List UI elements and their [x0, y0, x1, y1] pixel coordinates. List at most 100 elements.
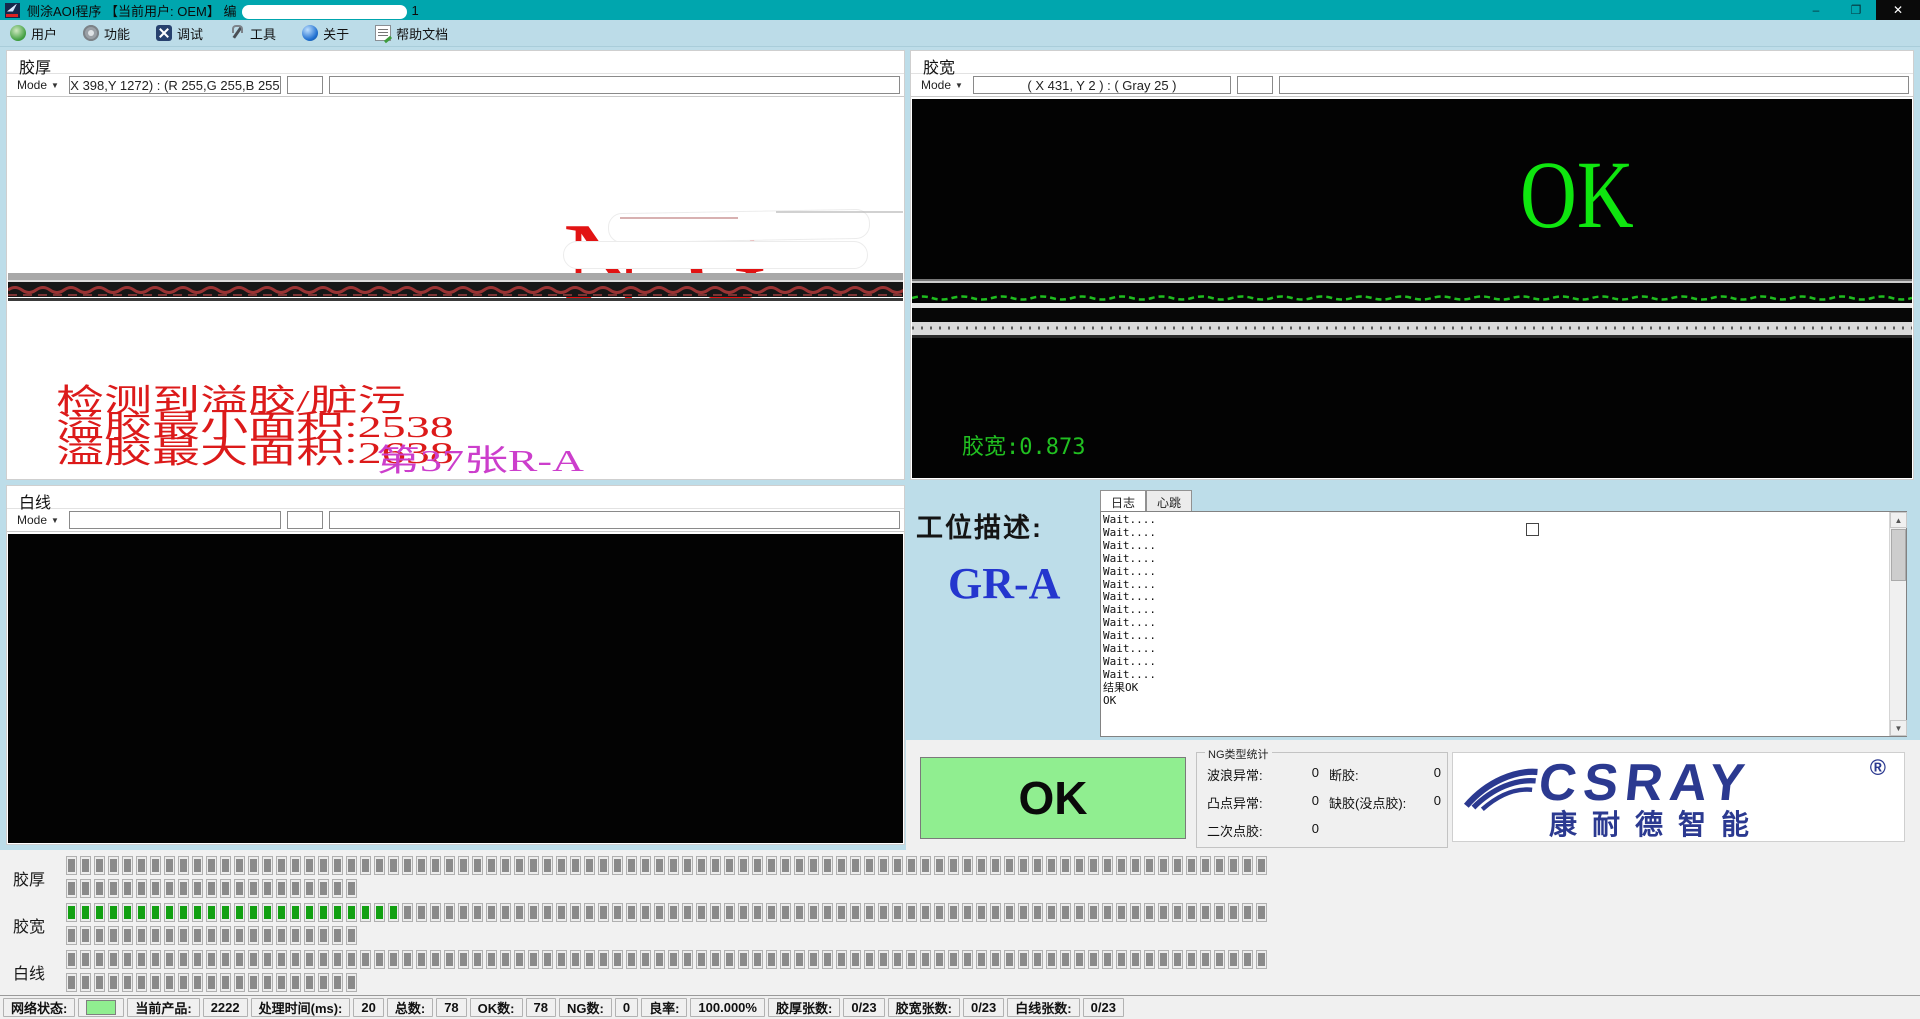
indicator-cell — [318, 950, 329, 969]
mode-dropdown[interactable]: Mode ▼ — [13, 78, 63, 92]
indicator-cell — [262, 950, 273, 969]
close-button[interactable]: ✕ — [1876, 0, 1920, 20]
mode-dropdown[interactable]: Mode ▼ — [917, 78, 967, 92]
indicator-cell — [1074, 903, 1085, 922]
indicator-cell — [1242, 856, 1253, 875]
grid-label: 白线 — [13, 960, 45, 984]
menu-item-tools[interactable]: 工具 — [229, 24, 276, 43]
indicator-cell — [290, 879, 301, 898]
log-listbox[interactable]: Wait....Wait....Wait....Wait....Wait....… — [1100, 511, 1907, 737]
indicator-cell — [682, 903, 693, 922]
indicator-cell — [318, 879, 329, 898]
indicator-cell — [752, 950, 763, 969]
statusbar-label: 网络状态: — [3, 998, 75, 1017]
indicator-cell — [1228, 950, 1239, 969]
indicator-cell — [1158, 856, 1169, 875]
log-option-checkbox[interactable] — [1526, 523, 1539, 536]
mode-info-box — [1279, 76, 1909, 94]
indicator-cell — [178, 856, 189, 875]
indicator-cell — [458, 950, 469, 969]
indicator-cell — [164, 973, 175, 992]
indicator-cell — [682, 856, 693, 875]
indicator-cell — [346, 950, 357, 969]
indicator-cell — [1032, 903, 1043, 922]
indicator-cell — [444, 856, 455, 875]
indicator-cell — [990, 950, 1001, 969]
indicator-cell — [192, 856, 203, 875]
indicator-cell — [584, 903, 595, 922]
indicator-cell — [1242, 903, 1253, 922]
indicator-cell — [934, 856, 945, 875]
indicator-cell — [304, 926, 315, 945]
indicator-cell — [206, 856, 217, 875]
indicator-cell — [556, 950, 567, 969]
scroll-up-icon[interactable]: ▲ — [1890, 512, 1907, 528]
indicator-cell — [290, 950, 301, 969]
chevron-down-icon: ▼ — [955, 81, 963, 90]
frame-index-overlay: 第37张R-A — [376, 435, 584, 478]
log-scrollbar[interactable]: ▲ ▼ — [1889, 512, 1906, 736]
indicator-cell — [542, 903, 553, 922]
indicator-cell — [1200, 903, 1211, 922]
indicator-cell — [220, 950, 231, 969]
maximize-button[interactable]: ❐ — [1836, 0, 1876, 20]
indicator-cell — [794, 856, 805, 875]
minimize-button[interactable]: – — [1796, 0, 1836, 20]
menu-item-user[interactable]: 用户 — [10, 24, 57, 43]
indicator-cell — [458, 903, 469, 922]
indicator-cell — [640, 950, 651, 969]
indicator-cell — [472, 903, 483, 922]
indicator-cell — [290, 903, 301, 922]
mode-dropdown[interactable]: Mode ▼ — [13, 513, 63, 527]
indicator-cell — [1088, 903, 1099, 922]
indicator-cell — [360, 903, 371, 922]
whiteline-image-view[interactable] — [8, 534, 903, 843]
indicator-cell — [1172, 950, 1183, 969]
indicator-cell — [416, 856, 427, 875]
indicator-cell — [332, 856, 343, 875]
scrollbar-thumb[interactable] — [1891, 529, 1906, 581]
panel-title: 胶宽 — [911, 51, 1913, 74]
menu-item-about[interactable]: 关于 — [302, 24, 349, 43]
scroll-down-icon[interactable]: ▼ — [1890, 720, 1907, 736]
indicator-cell — [150, 973, 161, 992]
indicator-cell — [1046, 856, 1057, 875]
indicator-cell — [1130, 856, 1141, 875]
indicator-cell — [612, 856, 623, 875]
indicator-cell — [94, 879, 105, 898]
indicator-cell — [1242, 950, 1253, 969]
indicator-cell — [108, 973, 119, 992]
indicator-cell — [178, 903, 189, 922]
indicator-cell — [514, 856, 525, 875]
indicator-cell — [332, 973, 343, 992]
log-entry: Wait.... — [1103, 604, 1887, 617]
indicator-cell — [262, 856, 273, 875]
mode-label: Mode — [17, 78, 47, 92]
menu-item-debug[interactable]: 调试 — [156, 24, 203, 43]
indicator-cell — [892, 856, 903, 875]
indicator-cell — [234, 950, 245, 969]
menu-item-help-docs[interactable]: 帮助文档 — [375, 24, 448, 43]
indicator-cell — [178, 879, 189, 898]
indicator-cell — [724, 950, 735, 969]
indicator-cell — [94, 950, 105, 969]
titlebar: 侧涂AOI程序 【当前用户: OEM】 编 1 – ❐ ✕ — [0, 0, 1920, 20]
menu-item-functions[interactable]: 功能 — [83, 24, 130, 43]
indicator-cell — [192, 903, 203, 922]
indicator-cell — [1046, 950, 1057, 969]
indicator-cell — [738, 856, 749, 875]
indicator-cell — [206, 926, 217, 945]
indicator-cell — [346, 879, 357, 898]
indicator-cell — [1144, 856, 1155, 875]
indicator-cell — [304, 879, 315, 898]
indicator-cell — [108, 926, 119, 945]
indicator-cell — [80, 856, 91, 875]
ng-stat-value: 0 — [1434, 793, 1441, 812]
indicator-cell — [976, 950, 987, 969]
width-image-view[interactable]: OK 胶宽:0.873 — [912, 99, 1912, 478]
overall-result-button[interactable]: OK — [920, 757, 1186, 839]
thickness-image-view[interactable]: NG 检测到溢胶/脏污 溢胶最小面积:2538 溢胶最大面积:2638 第37张… — [8, 99, 903, 478]
indicator-cell — [654, 903, 665, 922]
indicator-cell — [836, 856, 847, 875]
indicator-cell — [808, 903, 819, 922]
